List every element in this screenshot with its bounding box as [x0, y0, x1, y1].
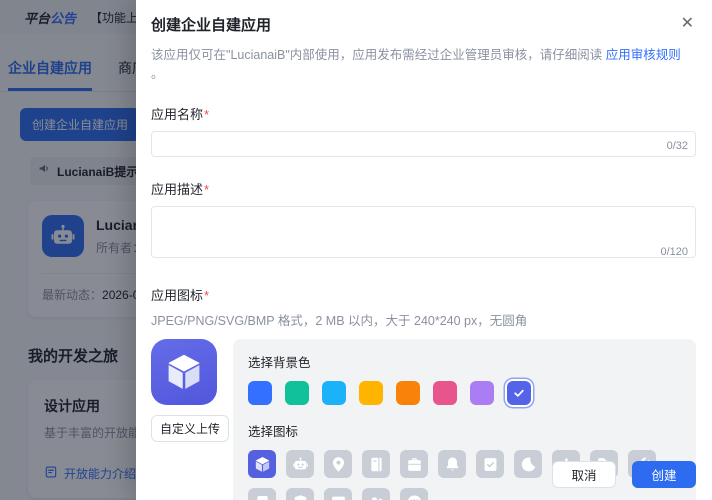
icon-option-users[interactable]: [362, 488, 390, 500]
icon-option-robot[interactable]: [286, 450, 314, 478]
icon-option-bell[interactable]: [438, 450, 466, 478]
modal-subtitle: 该应用仅可在"LucianaiB"内部使用，应用发布需经过企业管理员审核，请仔细…: [151, 48, 681, 81]
code-circle-icon: [407, 495, 421, 500]
icon-option-briefcase[interactable]: [400, 450, 428, 478]
bg-color-swatch-green[interactable]: [285, 381, 309, 405]
desc-char-counter: 0/120: [660, 246, 688, 258]
bell-icon: [446, 457, 458, 471]
app-name-input[interactable]: [151, 131, 696, 157]
icon-option-book[interactable]: [362, 450, 390, 478]
bg-color-swatch-rose[interactable]: [433, 381, 457, 405]
bg-color-section-label: 选择背景色: [248, 356, 311, 370]
users-icon: [371, 496, 382, 500]
bg-color-swatch-indigo-selected[interactable]: [507, 381, 531, 405]
screen: 平台公告 【功能上线 企业自建应用 商店 创建企业自建应用 LucianaiB提…: [0, 0, 712, 500]
book-icon: [370, 457, 382, 471]
modal-title: 创建企业自建应用: [151, 17, 272, 34]
icon-preview: [151, 339, 217, 405]
name-char-counter: 0/32: [666, 140, 688, 152]
bg-color-swatch-blue[interactable]: [248, 381, 272, 405]
icon-option-code-circle[interactable]: [400, 488, 428, 500]
app-desc-textarea[interactable]: [151, 206, 696, 258]
bg-color-swatch-amber[interactable]: [359, 381, 383, 405]
icon-option-dashboard[interactable]: [324, 488, 352, 500]
calendar-check-icon: [484, 457, 496, 471]
create-app-modal: 创建企业自建应用 ✕ 该应用仅可在"LucianaiB"内部使用，应用发布需经过…: [136, 0, 712, 500]
icon-option-document[interactable]: [248, 488, 276, 500]
moon-icon: [521, 456, 535, 471]
create-button[interactable]: 创建: [632, 461, 696, 488]
required-asterisk: *: [204, 107, 210, 122]
shield-check-icon: [294, 494, 306, 500]
close-icon[interactable]: ✕: [679, 14, 696, 34]
app-desc-label: 应用描述*: [151, 182, 210, 197]
icon-option-calendar-check[interactable]: [476, 450, 504, 478]
map-pin-icon: [332, 456, 344, 472]
check-icon: [514, 389, 524, 397]
bg-color-swatch-cyan[interactable]: [322, 381, 346, 405]
briefcase-icon: [407, 457, 421, 471]
required-asterisk: *: [204, 182, 210, 197]
bg-color-swatch-orange[interactable]: [396, 381, 420, 405]
dashboard-icon: [331, 496, 345, 500]
icon-option-shield-check[interactable]: [286, 488, 314, 500]
icon-section-label: 选择图标: [248, 425, 299, 439]
bg-color-swatches: [248, 381, 681, 405]
app-icon-label: 应用图标*: [151, 288, 210, 303]
app-name-label: 应用名称*: [151, 107, 210, 122]
robot-icon: [292, 456, 308, 469]
icon-option-moon[interactable]: [514, 450, 542, 478]
required-asterisk: *: [204, 288, 210, 303]
cancel-button[interactable]: 取消: [552, 461, 616, 488]
icon-option-cube[interactable]: [248, 450, 276, 478]
review-rules-link[interactable]: 应用审核规则: [606, 48, 681, 62]
cube-icon: [168, 354, 200, 389]
custom-upload-button[interactable]: 自定义上传: [151, 415, 230, 442]
icon-option-map-pin[interactable]: [324, 450, 352, 478]
icon-format-hint: JPEG/PNG/SVG/BMP 格式，2 MB 以内，大于 240*240 p…: [151, 314, 528, 328]
document-icon: [256, 495, 268, 500]
cube-icon: [255, 456, 269, 472]
bg-color-swatch-purple[interactable]: [470, 381, 494, 405]
